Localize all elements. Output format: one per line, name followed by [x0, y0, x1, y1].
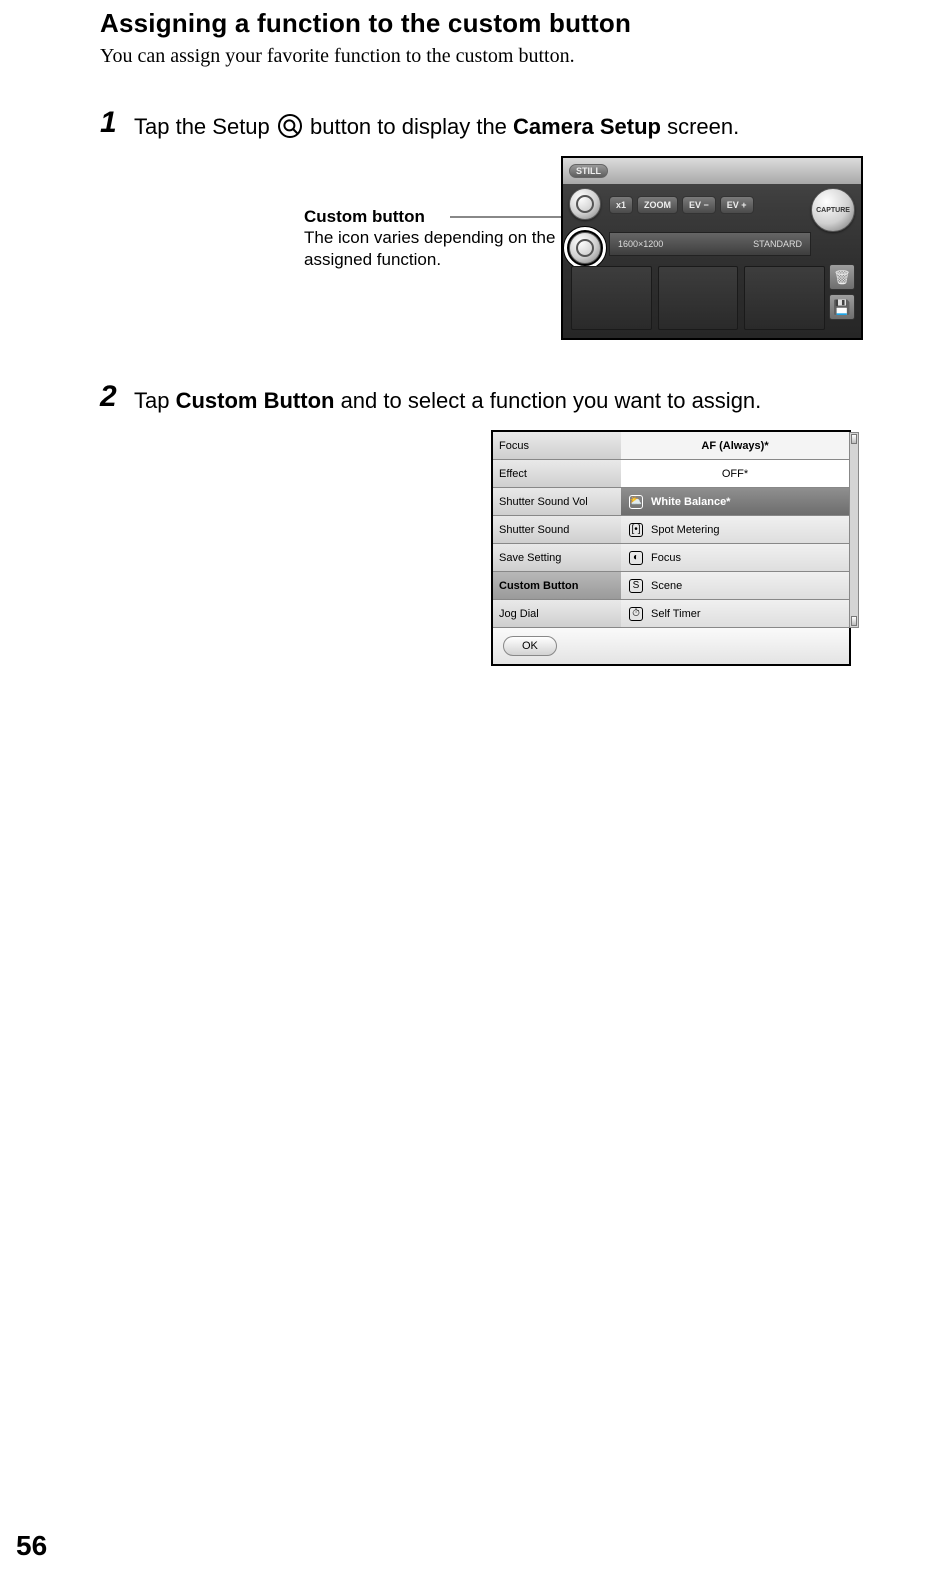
step-2: 2 Tap Custom Button and to select a func…: [100, 386, 871, 416]
custom-button[interactable]: [569, 232, 601, 264]
callout-caption: The icon varies depending on the assigne…: [304, 227, 564, 270]
mode-indicator: STILL: [569, 164, 608, 178]
step-1-number: 1: [100, 108, 134, 138]
option-label: Spot Metering: [651, 524, 719, 536]
section-description: You can assign your favorite function to…: [100, 45, 871, 68]
ok-button[interactable]: OK: [503, 636, 557, 656]
setting-custom-button[interactable]: Custom Button: [493, 572, 621, 600]
thumbnail-slot[interactable]: [744, 266, 825, 330]
scene-icon: S: [629, 579, 643, 593]
camera-topbar: STILL: [563, 158, 861, 184]
settings-screenshot: Focus Effect Shutter Sound Vol Shutter S…: [491, 430, 851, 666]
ev-minus-button[interactable]: EV −: [682, 196, 716, 214]
setting-label: Jog Dial: [499, 608, 539, 620]
resolution-indicator: 1600×1200: [618, 239, 663, 249]
setup-icon: [278, 114, 302, 138]
wrench-icon: [576, 239, 594, 257]
flash-icon: [576, 195, 594, 213]
quality-indicator: STANDARD: [753, 239, 802, 249]
flash-button[interactable]: [569, 188, 601, 220]
capture-button[interactable]: CAPTURE: [811, 188, 855, 232]
option-white-balance[interactable]: ⛅ White Balance*: [621, 488, 849, 516]
step-1-bold: Camera Setup: [513, 114, 661, 139]
ev-plus-button[interactable]: EV +: [720, 196, 754, 214]
setting-shutter-sound-vol[interactable]: Shutter Sound Vol: [493, 488, 621, 516]
step-2-number: 2: [100, 382, 134, 412]
option-label: Scene: [651, 580, 682, 592]
setting-label: Save Setting: [499, 552, 561, 564]
white-balance-icon: ⛅: [629, 495, 643, 509]
camera-screenshot: STILL x1 ZOOM EV − EV + CAPTURE 1600×120…: [561, 156, 863, 340]
option-label: Self Timer: [651, 608, 701, 620]
setting-save-setting[interactable]: Save Setting: [493, 544, 621, 572]
camera-statusbar: 1600×1200 STANDARD: [609, 232, 811, 256]
option-label: White Balance*: [651, 496, 730, 508]
step-2-tail: and to select a function you want to ass…: [334, 388, 761, 413]
step-1-text: Tap the Setup button to display the Came…: [134, 112, 871, 142]
scrollbar[interactable]: [849, 432, 859, 628]
setting-label: Effect: [499, 468, 527, 480]
zoom-label[interactable]: ZOOM: [637, 196, 678, 214]
setting-label: Shutter Sound Vol: [499, 496, 588, 508]
settings-left-column: Focus Effect Shutter Sound Vol Shutter S…: [493, 432, 621, 628]
option-self-timer[interactable]: ⏱ Self Timer: [621, 600, 849, 628]
setting-label: Focus: [499, 440, 529, 452]
page-number: 56: [16, 1530, 47, 1562]
step-2-pre: Tap: [134, 388, 176, 413]
step-1: 1 Tap the Setup button to display the Ca…: [100, 112, 871, 142]
step-2-text: Tap Custom Button and to select a functi…: [134, 386, 871, 416]
setting-label: Custom Button: [499, 580, 578, 592]
setting-label: Shutter Sound: [499, 524, 569, 536]
capture-label: CAPTURE: [816, 207, 850, 214]
effect-value: OFF*: [621, 460, 849, 488]
setting-jog-dial[interactable]: Jog Dial: [493, 600, 621, 628]
settings-right-column: AF (Always)* OFF* ⛅ White Balance* [•] Spo…: [621, 432, 849, 628]
self-timer-icon: ⏱: [629, 607, 643, 621]
save-icon[interactable]: 💾: [829, 294, 855, 320]
option-focus[interactable]: ◐ Focus: [621, 544, 849, 572]
spot-metering-icon: [•]: [629, 523, 643, 537]
setting-focus[interactable]: Focus: [493, 432, 621, 460]
trash-icon[interactable]: 🗑: [829, 264, 855, 290]
thumbnail-strip: [571, 266, 825, 330]
focus-value: AF (Always)*: [621, 432, 849, 460]
step-1-pre: Tap the Setup: [134, 114, 276, 139]
focus-icon: ◐: [629, 551, 643, 565]
setting-effect[interactable]: Effect: [493, 460, 621, 488]
thumbnail-slot[interactable]: [658, 266, 739, 330]
setting-shutter-sound[interactable]: Shutter Sound: [493, 516, 621, 544]
zoom-mag[interactable]: x1: [609, 196, 633, 214]
thumbnail-slot[interactable]: [571, 266, 652, 330]
camera-toolbar: x1 ZOOM EV − EV +: [609, 192, 754, 218]
option-scene[interactable]: S Scene: [621, 572, 849, 600]
step-1-post: button to display the: [304, 114, 513, 139]
step-1-tail: screen.: [661, 114, 739, 139]
option-spot-metering[interactable]: [•] Spot Metering: [621, 516, 849, 544]
section-title: Assigning a function to the custom butto…: [100, 8, 871, 39]
step-2-bold: Custom Button: [176, 388, 335, 413]
option-label: Focus: [651, 552, 681, 564]
